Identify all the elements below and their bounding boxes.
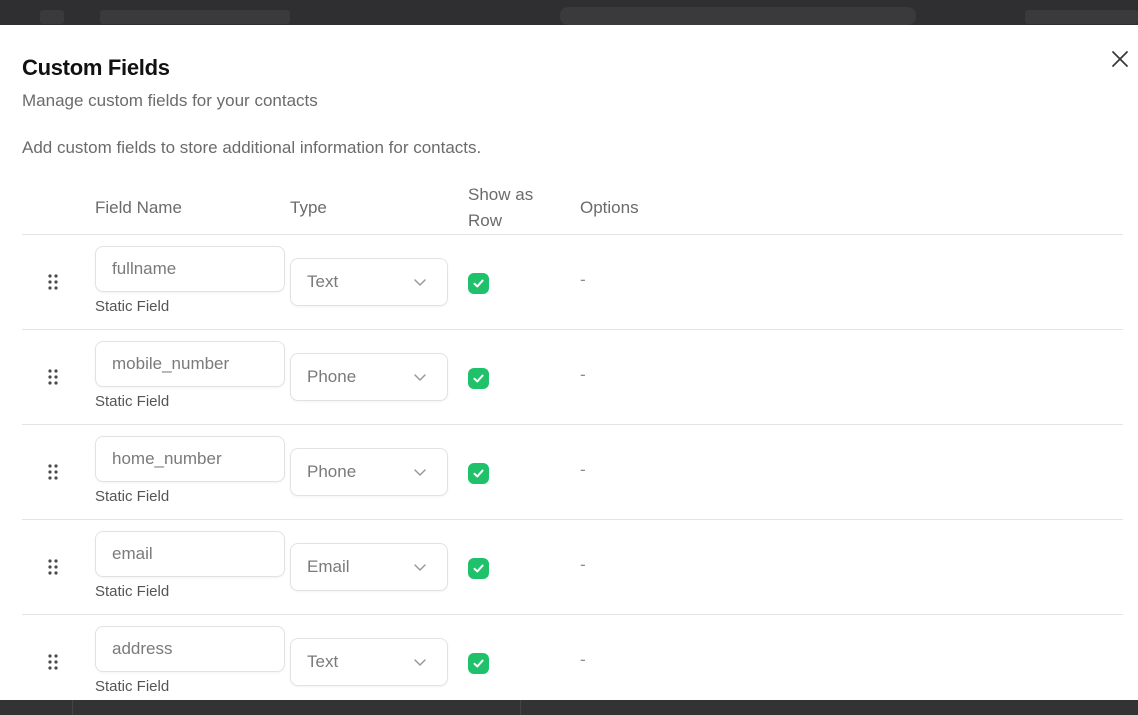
drag-handle-icon[interactable] — [46, 463, 60, 481]
options-value: - — [580, 650, 586, 669]
column-header-field-name: Field Name — [95, 198, 182, 217]
table-row: home_number Static Field Phone - — [22, 425, 1123, 520]
table-header: Field Name Type Show as Row Options — [22, 179, 1123, 235]
table-row: mobile_number Static Field Phone - — [22, 330, 1123, 425]
background-divider — [520, 700, 521, 715]
close-button[interactable] — [1108, 47, 1132, 71]
checkmark-icon — [473, 279, 484, 288]
options-value: - — [580, 460, 586, 479]
options-value: - — [580, 270, 586, 289]
show-as-row-checkbox[interactable] — [468, 463, 489, 484]
table-row: fullname Static Field Text - — [22, 235, 1123, 330]
field-type-value: Email — [307, 557, 350, 576]
chevron-down-icon — [414, 279, 426, 286]
table-row: email Static Field Email - — [22, 520, 1123, 615]
field-type-value: Phone — [307, 367, 357, 386]
drag-handle-icon[interactable] — [46, 368, 60, 386]
static-field-label: Static Field — [95, 393, 170, 410]
chevron-down-icon — [414, 469, 426, 476]
fields-table-body: fullname Static Field Text - mobile_numb… — [22, 235, 1123, 700]
field-name-input[interactable]: home_number — [95, 436, 285, 482]
drag-handle-icon[interactable] — [46, 558, 60, 576]
dialog-subtitle: Manage custom fields for your contacts — [22, 91, 318, 110]
chevron-down-icon — [414, 564, 426, 571]
field-type-select[interactable]: Text — [290, 258, 448, 306]
background-divider — [72, 700, 73, 715]
field-type-value: Text — [307, 272, 339, 291]
drag-handle-icon[interactable] — [46, 653, 60, 671]
field-type-select[interactable]: Email — [290, 543, 448, 591]
checkmark-icon — [473, 374, 484, 383]
dialog-title: Custom Fields — [22, 55, 170, 80]
show-as-row-checkbox[interactable] — [468, 368, 489, 389]
static-field-label: Static Field — [95, 298, 170, 315]
table-row: address Static Field Text - — [22, 615, 1123, 700]
background-menu-icon — [40, 10, 64, 24]
background-search — [560, 7, 916, 25]
background-app-header — [0, 0, 1138, 25]
field-type-value: Phone — [307, 462, 357, 481]
dialog-description: Add custom fields to store additional in… — [22, 138, 482, 157]
custom-fields-dialog: Custom Fields Manage custom fields for y… — [0, 25, 1138, 700]
checkmark-icon — [473, 469, 484, 478]
chevron-down-icon — [414, 374, 426, 381]
column-header-type: Type — [290, 198, 327, 217]
background-app-footer — [0, 700, 1138, 715]
background-status — [1025, 10, 1138, 24]
drag-handle-icon[interactable] — [46, 273, 60, 291]
field-name-input[interactable]: address — [95, 626, 285, 672]
field-name-input[interactable]: mobile_number — [95, 341, 285, 387]
options-value: - — [580, 555, 586, 574]
show-as-row-checkbox[interactable] — [468, 558, 489, 579]
checkmark-icon — [473, 659, 484, 668]
field-name-input[interactable]: email — [95, 531, 285, 577]
options-value: - — [580, 365, 586, 384]
field-type-select[interactable]: Phone — [290, 353, 448, 401]
column-header-options: Options — [580, 198, 639, 217]
show-as-row-checkbox[interactable] — [468, 653, 489, 674]
show-as-row-checkbox[interactable] — [468, 273, 489, 294]
field-type-select[interactable]: Phone — [290, 448, 448, 496]
close-icon — [1112, 51, 1128, 67]
background-breadcrumb — [100, 10, 290, 24]
column-header-show-as-row: Show as Row — [468, 185, 534, 230]
field-name-input[interactable]: fullname — [95, 246, 285, 292]
static-field-label: Static Field — [95, 678, 170, 695]
chevron-down-icon — [414, 659, 426, 666]
static-field-label: Static Field — [95, 488, 170, 505]
checkmark-icon — [473, 564, 484, 573]
static-field-label: Static Field — [95, 583, 170, 600]
field-type-select[interactable]: Text — [290, 638, 448, 686]
field-type-value: Text — [307, 652, 339, 671]
